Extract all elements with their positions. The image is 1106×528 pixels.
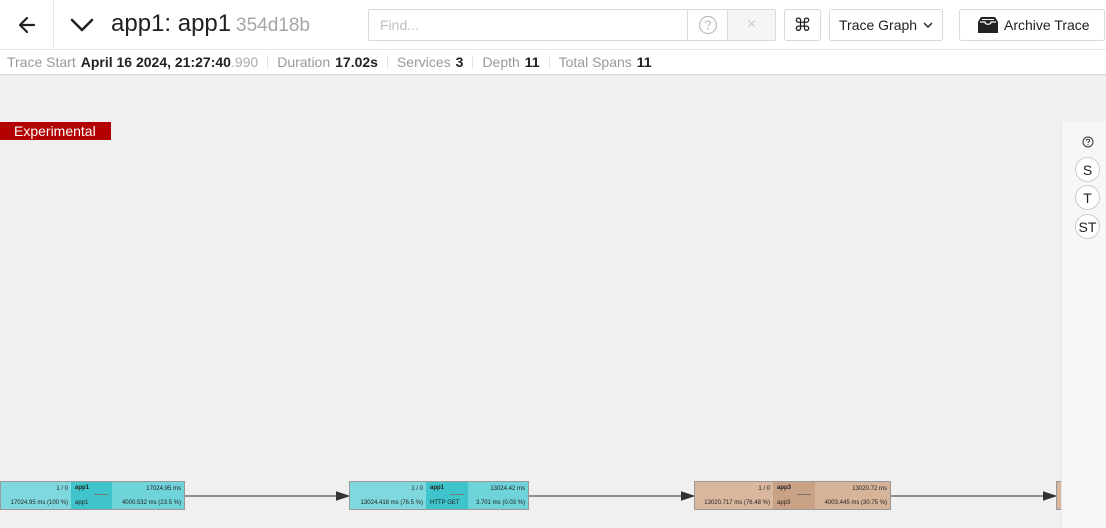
trace-start-label: Trace Start <box>7 54 76 70</box>
archive-trace-button[interactable]: Archive Trace <box>959 9 1105 41</box>
trace-start-ms: .990 <box>230 54 259 70</box>
trace-graph-canvas[interactable]: Experimental 1 / 0 17024.95 ms (100 %) a… <box>0 75 1106 528</box>
collapse-button[interactable] <box>64 8 100 42</box>
node-time-cell: 17024.95 ms 4000.532 ms (23.5 %) <box>112 482 184 509</box>
node-mini-bar <box>94 494 108 495</box>
command-icon: ⌘ <box>793 14 812 35</box>
node-service-cell: app1 HTTP GET <box>426 482 468 509</box>
back-button[interactable] <box>0 0 54 49</box>
node-total-time: 13020.717 ms (76.48 %) <box>704 500 770 506</box>
duration-label: Duration <box>277 54 331 70</box>
trace-id: 354d18b <box>236 15 310 36</box>
graph-node[interactable]: 1 / 0 13020.717 ms (76.48 %) app3 app3 1… <box>694 481 891 510</box>
node-service-cell: app1 app1 <box>71 482 112 509</box>
graph-node[interactable]: 1 / 0 17024.95 ms (100 %) app1 app1 1702… <box>0 481 185 510</box>
duration-value: 17.02s <box>335 54 378 70</box>
node-count: 1 / 0 <box>758 486 770 492</box>
find-input[interactable] <box>369 10 688 40</box>
node-self-pct: 4003.445 ms (30.75 %) <box>824 500 887 506</box>
trace-depth: Depth 11 <box>482 54 539 70</box>
services-value: 3 <box>455 54 464 70</box>
node-service-cell: app3 app3 <box>773 482 815 509</box>
node-operation: app1 <box>75 500 89 506</box>
node-self-time: 13024.42 ms <box>490 486 525 492</box>
close-icon: × <box>746 16 757 33</box>
node-self-pct: 4000.532 ms (23.5 %) <box>121 500 181 506</box>
find-help-button[interactable] <box>687 10 727 40</box>
divider <box>548 55 550 69</box>
node-count-cell: 1 / 0 13020.717 ms (76.48 %) <box>695 482 773 509</box>
chevron-down-icon <box>70 18 94 32</box>
node-count-cell: 1 / 0 17024.95 ms (100 %) <box>1 482 71 509</box>
node-service: app3 <box>777 485 792 491</box>
arrow-left-icon <box>18 16 35 33</box>
node-service: app1 <box>75 485 90 491</box>
find-box: × <box>368 9 776 41</box>
divider <box>472 55 474 69</box>
node-service: app1 <box>430 485 445 491</box>
node-time-cell: 13020.72 ms 4003.445 ms (30.75 %) <box>815 482 890 509</box>
divider <box>386 55 388 69</box>
graph-node[interactable]: 1 / 0 13024.418 ms (76.5 %) app1 HTTP GE… <box>349 481 529 510</box>
node-operation: app3 <box>777 500 791 506</box>
keyboard-shortcuts-button[interactable]: ⌘ <box>784 9 821 41</box>
trace-start: Trace Start April 16 2024, 21:27:40 .990 <box>7 54 258 70</box>
node-count: 1 / 0 <box>56 486 68 492</box>
total-spans-label: Total Spans <box>558 54 632 70</box>
trace-header: app1: app1 354d18b × ⌘ Trace Graph Archi… <box>0 0 1106 50</box>
trace-summary: Trace Start April 16 2024, 21:27:40 .990… <box>0 50 1106 75</box>
question-circle-icon <box>698 15 717 35</box>
node-count-cell: 1 / 0 13024.418 ms (76.5 %) <box>350 482 426 509</box>
archive-trace-label: Archive Trace <box>1004 17 1090 33</box>
graph-edges <box>184 491 1058 501</box>
trace-duration: Duration 17.02s <box>277 54 378 70</box>
node-mini-bar <box>797 494 811 495</box>
node-time-cell: 13024.42 ms 3.701 ms (0.03 %) <box>468 482 528 509</box>
node-self-time: 17024.95 ms <box>146 486 181 492</box>
view-select[interactable]: Trace Graph <box>829 9 943 41</box>
total-spans-value: 11 <box>636 54 652 70</box>
node-total-time: 13024.418 ms (76.5 %) <box>360 500 423 506</box>
trace-title: app1: app1 <box>111 10 232 37</box>
graph-toolbar: S T ST <box>1061 122 1106 528</box>
toolbar-s-button[interactable]: S <box>1075 157 1100 182</box>
view-select-label: Trace Graph <box>839 17 918 33</box>
trace-services: Services 3 <box>397 54 463 70</box>
services-label: Services <box>396 54 451 70</box>
trace-start-value: April 16 2024, 21:27:40 <box>80 54 231 70</box>
toolbar-st-button[interactable]: ST <box>1075 214 1100 239</box>
node-self-pct: 3.701 ms (0.03 %) <box>475 500 525 506</box>
help-icon[interactable] <box>1082 136 1094 148</box>
node-self-time: 13020.72 ms <box>852 486 887 492</box>
node-operation: HTTP GET <box>430 500 460 506</box>
node-mini-bar <box>450 494 464 495</box>
find-clear-button[interactable]: × <box>727 10 775 40</box>
depth-label: Depth <box>482 54 520 70</box>
chevron-down-icon <box>923 22 933 28</box>
depth-value: 11 <box>524 54 540 70</box>
divider <box>267 55 269 69</box>
toolbar-t-button[interactable]: T <box>1075 185 1100 210</box>
node-count: 1 / 0 <box>411 486 423 492</box>
trace-total-spans: Total Spans 11 <box>559 54 652 70</box>
archive-icon <box>978 17 998 33</box>
node-total-time: 17024.95 ms (100 %) <box>10 500 68 506</box>
